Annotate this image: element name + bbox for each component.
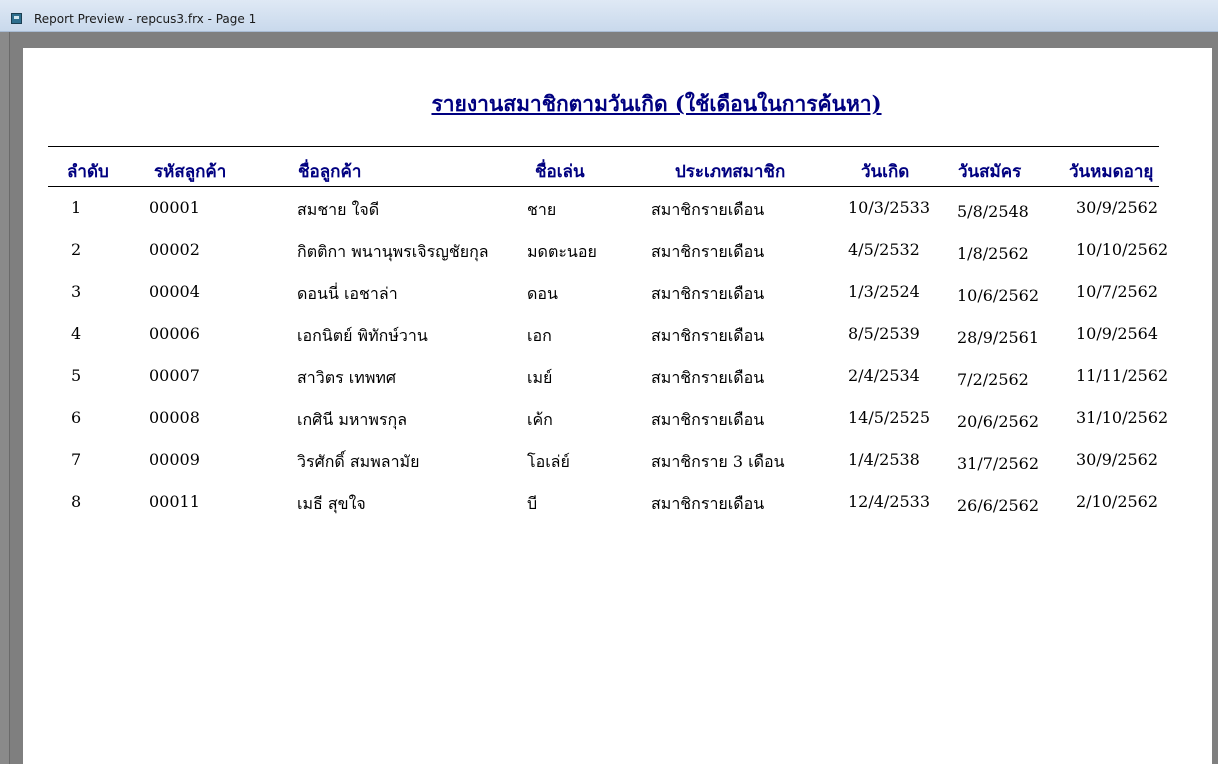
cell-birthdate: 8/5/2539 bbox=[848, 324, 920, 343]
cell-expiry-date: 30/9/2562 bbox=[1076, 450, 1159, 469]
cell-customer-id: 00007 bbox=[149, 366, 200, 385]
cell-birthdate: 1/4/2538 bbox=[848, 450, 920, 469]
cell-member-type: สมาชิกรายเดือน bbox=[651, 494, 765, 513]
cell-nickname: เอก bbox=[527, 326, 552, 345]
col-header-customer-id: รหัสลูกค้า bbox=[154, 162, 227, 182]
cell-expiry-date: 10/10/2562 bbox=[1076, 240, 1169, 259]
left-frame-strip bbox=[0, 32, 10, 764]
cell-customer-name: เมธี สุขใจ bbox=[297, 494, 366, 513]
report-page bbox=[23, 48, 1212, 764]
cell-seq: 4 bbox=[71, 324, 82, 343]
col-header-member-type: ประเภทสมาชิก bbox=[675, 162, 786, 182]
cell-expiry-date: 31/10/2562 bbox=[1076, 408, 1169, 427]
cell-join-date: 31/7/2562 bbox=[957, 454, 1040, 473]
col-header-join-date: วันสมัคร bbox=[958, 162, 1022, 182]
col-header-nickname: ชื่อเล่น bbox=[535, 162, 585, 182]
cell-member-type: สมาชิกรายเดือน bbox=[651, 284, 765, 303]
col-header-seq: ลำดับ bbox=[67, 162, 109, 182]
cell-seq: 8 bbox=[71, 492, 82, 511]
cell-join-date: 20/6/2562 bbox=[957, 412, 1040, 431]
cell-expiry-date: 2/10/2562 bbox=[1076, 492, 1159, 511]
cell-join-date: 1/8/2562 bbox=[957, 244, 1029, 263]
cell-birthdate: 10/3/2533 bbox=[848, 198, 931, 217]
cell-customer-name: กิตติกา พนานุพรเจิรญชัยกุล bbox=[297, 242, 489, 261]
cell-member-type: สมาชิกรายเดือน bbox=[651, 242, 765, 261]
cell-customer-name: ดอนนี่ เอชาล่า bbox=[297, 284, 398, 303]
cell-customer-id: 00011 bbox=[149, 492, 200, 511]
cell-seq: 3 bbox=[71, 282, 82, 301]
cell-birthdate: 4/5/2532 bbox=[848, 240, 920, 259]
cell-member-type: สมาชิกราย 3 เดือน bbox=[651, 452, 785, 471]
cell-expiry-date: 11/11/2562 bbox=[1076, 366, 1169, 385]
report-title: รายงานสมาชิกตามวันเกิด (ใช้เดือนในการค้น… bbox=[431, 91, 882, 116]
cell-customer-name: วิรศักดิ์ สมพลามัย bbox=[297, 452, 420, 471]
cell-birthdate: 2/4/2534 bbox=[848, 366, 920, 385]
cell-customer-name: สมชาย ใจดี bbox=[297, 200, 380, 219]
cell-birthdate: 12/4/2533 bbox=[848, 492, 931, 511]
cell-seq: 6 bbox=[71, 408, 82, 427]
cell-customer-id: 00001 bbox=[149, 198, 200, 217]
window-title: Report Preview - repcus3.frx - Page 1 bbox=[34, 12, 257, 26]
cell-birthdate: 1/3/2524 bbox=[848, 282, 920, 301]
cell-nickname: มดตะนอย bbox=[527, 242, 597, 261]
cell-nickname: เมย์ bbox=[527, 368, 553, 387]
cell-seq: 7 bbox=[71, 450, 82, 469]
col-header-expiry-date: วันหมดอายุ bbox=[1069, 162, 1154, 182]
col-header-customer-name: ชื่อลูกค้า bbox=[298, 162, 362, 182]
cell-expiry-date: 10/9/2564 bbox=[1076, 324, 1159, 343]
cell-birthdate: 14/5/2525 bbox=[848, 408, 931, 427]
report-preview-icon bbox=[11, 13, 22, 24]
col-header-birthdate: วันเกิด bbox=[861, 162, 910, 182]
cell-customer-id: 00006 bbox=[149, 324, 200, 343]
cell-seq: 5 bbox=[71, 366, 82, 385]
cell-customer-id: 00009 bbox=[149, 450, 200, 469]
cell-customer-name: เกศินี มหาพรกุล bbox=[297, 410, 408, 429]
cell-join-date: 10/6/2562 bbox=[957, 286, 1040, 305]
cell-customer-id: 00004 bbox=[149, 282, 200, 301]
cell-join-date: 28/9/2561 bbox=[957, 328, 1040, 347]
cell-member-type: สมาชิกรายเดือน bbox=[651, 410, 765, 429]
header-bottom-rule bbox=[48, 186, 1159, 187]
cell-customer-id: 00002 bbox=[149, 240, 200, 259]
cell-nickname: บี bbox=[527, 494, 538, 513]
cell-member-type: สมาชิกรายเดือน bbox=[651, 368, 765, 387]
cell-nickname: โอเล่ย์ bbox=[527, 452, 570, 471]
cell-seq: 2 bbox=[71, 240, 82, 259]
cell-nickname: เค้ก bbox=[527, 410, 553, 429]
cell-expiry-date: 10/7/2562 bbox=[1076, 282, 1159, 301]
cell-join-date: 5/8/2548 bbox=[957, 202, 1029, 221]
cell-customer-name: เอกนิตย์ พิทักษ์วาน bbox=[297, 326, 428, 345]
cell-member-type: สมาชิกรายเดือน bbox=[651, 326, 765, 345]
window-titlebar[interactable]: Report Preview - repcus3.frx - Page 1 bbox=[0, 0, 1218, 32]
cell-member-type: สมาชิกรายเดือน bbox=[651, 200, 765, 219]
cell-seq: 1 bbox=[71, 198, 82, 217]
cell-nickname: ดอน bbox=[527, 284, 558, 303]
cell-customer-id: 00008 bbox=[149, 408, 200, 427]
cell-join-date: 7/2/2562 bbox=[957, 370, 1029, 389]
header-top-rule bbox=[48, 146, 1159, 147]
cell-join-date: 26/6/2562 bbox=[957, 496, 1040, 515]
cell-customer-name: สาวิตร เทพทศ bbox=[297, 368, 397, 387]
cell-nickname: ชาย bbox=[527, 200, 557, 219]
cell-expiry-date: 30/9/2562 bbox=[1076, 198, 1159, 217]
